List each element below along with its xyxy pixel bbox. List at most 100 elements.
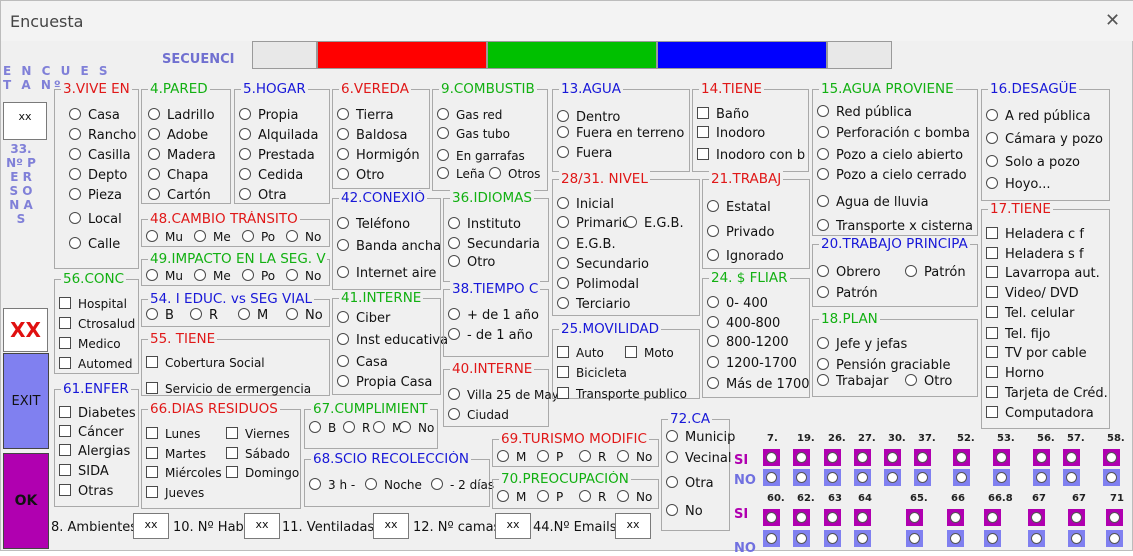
- radio-circle[interactable]: [337, 168, 349, 180]
- radio-g6-2[interactable]: Hormigón: [337, 148, 420, 164]
- radio-circle[interactable]: [399, 421, 411, 433]
- radio-circle[interactable]: [437, 108, 449, 120]
- radio-g67-0[interactable]: B: [309, 420, 336, 436]
- radio-circle[interactable]: [437, 127, 449, 139]
- checkbox-g66-1[interactable]: Viernes: [226, 426, 290, 442]
- si-option[interactable]: [953, 449, 970, 466]
- radio-g49-1[interactable]: Me: [194, 268, 231, 284]
- radio-g36-0[interactable]: Instituto: [448, 217, 521, 233]
- radio-g40-1[interactable]: Ciudad: [448, 407, 509, 423]
- radio-circle[interactable]: [956, 452, 967, 463]
- radio-g28-4[interactable]: Polimodal: [557, 277, 639, 293]
- checkbox-box[interactable]: [59, 425, 71, 437]
- checkbox-box[interactable]: [986, 247, 998, 259]
- no-option[interactable]: [1063, 469, 1080, 486]
- radio-g41-0[interactable]: Ciber: [337, 311, 390, 327]
- radio-circle[interactable]: [337, 266, 349, 278]
- checkbox-g14-0[interactable]: Baño: [697, 107, 749, 123]
- radio-circle[interactable]: [1036, 472, 1047, 483]
- radio-circle[interactable]: [1031, 512, 1042, 523]
- radio-circle[interactable]: [666, 451, 678, 463]
- checkbox-g14-1[interactable]: Inodoro: [697, 126, 765, 142]
- radio-circle[interactable]: [69, 128, 81, 140]
- checkbox-g17-0[interactable]: Heladera c f: [986, 227, 1084, 243]
- radio-circle[interactable]: [1109, 533, 1120, 544]
- radio-circle[interactable]: [448, 308, 460, 320]
- radio-circle[interactable]: [996, 472, 1007, 483]
- radio-circle[interactable]: [239, 108, 251, 120]
- radio-circle[interactable]: [817, 168, 829, 180]
- si-option[interactable]: [906, 509, 923, 526]
- personas-input[interactable]: XX: [3, 308, 48, 352]
- radio-circle[interactable]: [617, 450, 629, 462]
- radio-g70-2[interactable]: R: [579, 489, 606, 505]
- radio-g15-3[interactable]: Pozo a cielo cerrado: [817, 168, 967, 184]
- radio-circle[interactable]: [766, 472, 777, 483]
- radio-g18-0[interactable]: Jefe y jefas: [817, 337, 907, 353]
- radio-g48-0[interactable]: Mu: [146, 229, 183, 245]
- radio-circle[interactable]: [986, 109, 998, 121]
- checkbox-box[interactable]: [59, 337, 71, 349]
- radio-circle[interactable]: [337, 239, 349, 251]
- radio-g3-4[interactable]: Pieza: [69, 188, 122, 204]
- radio-g42-2[interactable]: Internet aire: [337, 266, 436, 282]
- radio-circle[interactable]: [817, 195, 829, 207]
- radio-circle[interactable]: [557, 277, 569, 289]
- radio-circle[interactable]: [1106, 472, 1117, 483]
- radio-circle[interactable]: [817, 286, 829, 298]
- radio-circle[interactable]: [1031, 533, 1042, 544]
- radio-circle[interactable]: [857, 533, 868, 544]
- checkbox-g56-0[interactable]: Hospital: [59, 296, 127, 312]
- radio-circle[interactable]: [557, 297, 569, 309]
- radio-circle[interactable]: [337, 128, 349, 140]
- radio-circle[interactable]: [557, 126, 569, 138]
- radio-g13-0[interactable]: Dentro: [557, 110, 620, 126]
- radio-g21-2[interactable]: Ignorado: [707, 249, 784, 265]
- radio-circle[interactable]: [987, 533, 998, 544]
- checkbox-g66-4[interactable]: Miércoles: [146, 465, 222, 481]
- radio-g5-0[interactable]: Propia: [239, 108, 298, 124]
- radio-circle[interactable]: [956, 472, 967, 483]
- radio-circle[interactable]: [707, 296, 719, 308]
- radio-circle[interactable]: [365, 478, 377, 490]
- checkbox-box[interactable]: [986, 327, 998, 339]
- checkbox-g56-1[interactable]: Ctrosalud: [59, 316, 135, 332]
- radio-g18-2[interactable]: Trabajar: [817, 374, 888, 390]
- radio-circle[interactable]: [557, 237, 569, 249]
- radio-circle[interactable]: [448, 328, 460, 340]
- no-option[interactable]: [854, 469, 871, 486]
- radio-g28-2[interactable]: E.G.B.: [557, 237, 616, 253]
- radio-circle[interactable]: [817, 126, 829, 138]
- si-option[interactable]: [1063, 449, 1080, 466]
- no-option[interactable]: [824, 469, 841, 486]
- bottom-ventiladas-input[interactable]: xx: [373, 513, 409, 539]
- checkbox-box[interactable]: [697, 107, 709, 119]
- radio-g5-2[interactable]: Prestada: [239, 148, 315, 164]
- checkbox-box[interactable]: [146, 356, 158, 368]
- si-option[interactable]: [854, 449, 871, 466]
- radio-circle[interactable]: [827, 533, 838, 544]
- checkbox-g17-2[interactable]: Lavarropa aut.: [986, 266, 1100, 282]
- radio-circle[interactable]: [666, 476, 678, 488]
- checkbox-g17-4[interactable]: Tel. celular: [986, 306, 1075, 322]
- checkbox-g17-3[interactable]: Video/ DVD: [986, 286, 1079, 302]
- checkbox-g17-7[interactable]: Horno: [986, 366, 1044, 382]
- radio-g24-4[interactable]: Más de 1700: [707, 377, 810, 393]
- checkbox-box[interactable]: [59, 406, 71, 418]
- checkbox-g66-6[interactable]: Jueves: [146, 485, 204, 501]
- radio-g41-2[interactable]: Casa: [337, 355, 388, 371]
- radio-circle[interactable]: [950, 533, 961, 544]
- radio-g69-0[interactable]: M: [497, 449, 526, 465]
- no-option[interactable]: [854, 530, 871, 547]
- radio-circle[interactable]: [448, 255, 460, 267]
- radio-g28-3[interactable]: Secundario: [557, 257, 649, 273]
- radio-circle[interactable]: [796, 533, 807, 544]
- checkbox-g66-2[interactable]: Martes: [146, 446, 206, 462]
- checkbox-box[interactable]: [697, 126, 709, 138]
- radio-circle[interactable]: [1106, 452, 1117, 463]
- radio-circle[interactable]: [707, 200, 719, 212]
- radio-g9-0[interactable]: Gas red: [437, 107, 502, 123]
- checkbox-g61-0[interactable]: Diabetes: [59, 406, 136, 422]
- checkbox-box[interactable]: [146, 466, 158, 478]
- checkbox-box[interactable]: [226, 466, 238, 478]
